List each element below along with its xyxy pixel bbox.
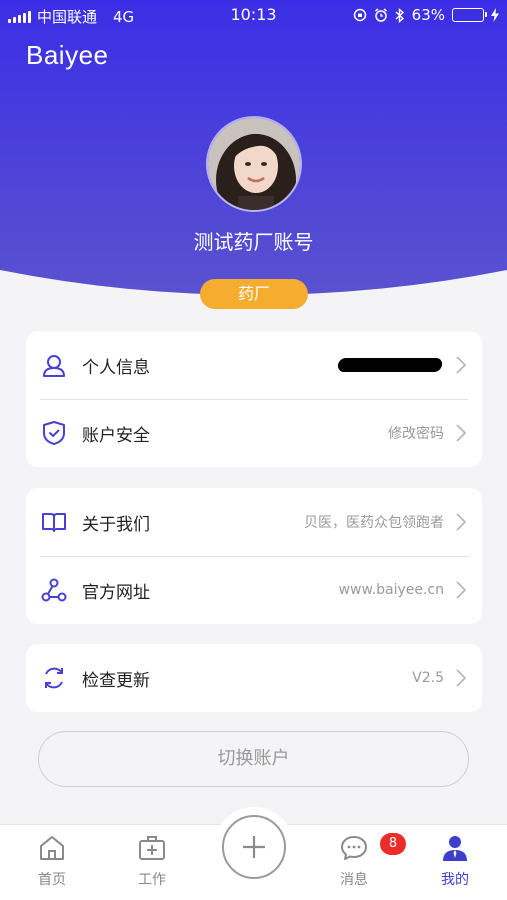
about-card: 关于我们 贝医，医药众包领跑者 官方网址 www.baiyee.cn bbox=[26, 488, 482, 624]
tab-label: 我的 bbox=[441, 872, 469, 888]
add-button-wrapper bbox=[214, 807, 294, 887]
menu-label: 官方网址 bbox=[82, 582, 150, 603]
book-icon bbox=[40, 508, 68, 536]
chevron-right-icon bbox=[456, 356, 467, 374]
menu-label: 个人信息 bbox=[82, 357, 150, 378]
redacted-value bbox=[337, 358, 443, 372]
add-button[interactable] bbox=[222, 815, 286, 879]
tab-home[interactable]: 首页 bbox=[17, 831, 87, 889]
bluetooth-icon bbox=[395, 7, 404, 23]
menu-row-official-site[interactable]: 官方网址 www.baiyee.cn bbox=[26, 556, 482, 624]
menu-row-personal-info[interactable]: 个人信息 bbox=[26, 331, 482, 399]
refresh-icon bbox=[40, 664, 68, 692]
menu-label: 账户安全 bbox=[82, 425, 150, 446]
chevron-right-icon bbox=[456, 513, 467, 531]
chevron-right-icon bbox=[456, 581, 467, 599]
menu-row-account-security[interactable]: 账户安全 修改密码 bbox=[26, 399, 482, 467]
chat-bubble-icon bbox=[319, 831, 389, 865]
plus-icon bbox=[243, 836, 265, 858]
battery-icon bbox=[452, 8, 487, 22]
rotation-lock-icon bbox=[353, 8, 366, 22]
profile-header: 中国联通 4G 10:13 63% Baiyee 测试药厂账号 bbox=[0, 0, 507, 300]
alarm-icon bbox=[374, 8, 387, 22]
chevron-right-icon bbox=[456, 424, 467, 442]
avatar[interactable] bbox=[206, 116, 302, 212]
role-badge: 药厂 bbox=[200, 279, 308, 309]
menu-value: 修改密码 bbox=[388, 426, 444, 442]
chevron-right-icon bbox=[456, 669, 467, 687]
menu-label: 关于我们 bbox=[82, 514, 150, 535]
menu-value: 贝医，医药众包领跑者 bbox=[304, 515, 444, 531]
tab-messages[interactable]: 消息 bbox=[319, 831, 389, 889]
tab-work[interactable]: 工作 bbox=[117, 831, 187, 889]
home-icon bbox=[17, 831, 87, 865]
menu-label: 检查更新 bbox=[82, 670, 150, 691]
username: 测试药厂账号 bbox=[193, 230, 314, 254]
update-card: 检查更新 V2.5 bbox=[26, 644, 482, 712]
menu-row-check-update[interactable]: 检查更新 V2.5 bbox=[26, 644, 482, 712]
unread-badge: 8 bbox=[380, 833, 406, 855]
status-bar: 中国联通 4G 10:13 63% bbox=[0, 0, 507, 30]
charging-icon bbox=[491, 8, 499, 22]
user-icon bbox=[40, 351, 68, 379]
medical-kit-icon bbox=[117, 831, 187, 865]
tab-label: 消息 bbox=[340, 872, 368, 888]
app-logo: Baiyee bbox=[26, 40, 109, 70]
tab-label: 工作 bbox=[138, 872, 166, 888]
menu-value: V2.5 bbox=[412, 670, 444, 686]
menu-value: www.baiyee.cn bbox=[338, 582, 444, 598]
account-card: 个人信息 账户安全 修改密码 bbox=[26, 331, 482, 467]
shield-check-icon bbox=[40, 419, 68, 447]
person-icon bbox=[420, 831, 490, 865]
menu-row-about-us[interactable]: 关于我们 贝医，医药众包领跑者 bbox=[26, 488, 482, 556]
avatar-image bbox=[208, 118, 300, 210]
tab-bar: 首页 工作 消息 8 我的 bbox=[0, 807, 507, 900]
switch-account-button[interactable]: 切换账户 bbox=[38, 731, 469, 787]
tab-mine[interactable]: 我的 bbox=[420, 831, 490, 889]
tab-label: 首页 bbox=[38, 872, 66, 888]
battery-percent: 63% bbox=[411, 6, 445, 24]
share-nodes-icon bbox=[40, 576, 68, 604]
